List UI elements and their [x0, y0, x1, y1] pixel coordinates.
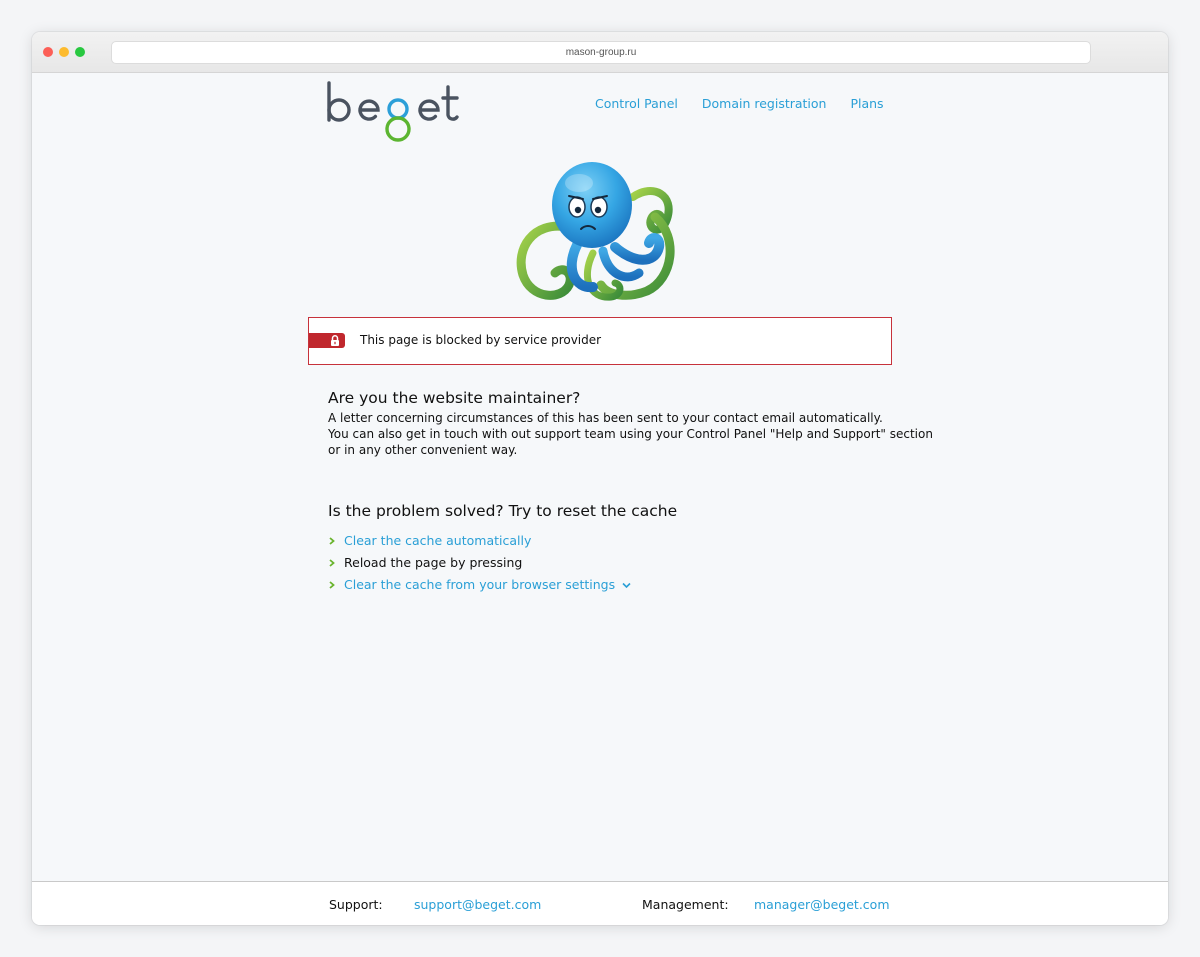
alert-message: This page is blocked by service provider: [360, 333, 602, 347]
nav-domain-registration[interactable]: Domain registration: [702, 96, 827, 111]
maintainer-line: or in any other convenient way.: [328, 443, 518, 457]
list-item: Reload the page by pressing: [328, 554, 631, 576]
close-window-button[interactable]: [43, 47, 53, 57]
reload-page-text: Reload the page by pressing: [344, 555, 523, 570]
management-email-link[interactable]: manager@beget.com: [754, 897, 890, 912]
browser-titlebar: mason-group.ru: [32, 32, 1168, 73]
page-footer: Support: support@beget.com Management: m…: [32, 881, 1168, 925]
maintainer-section: Are you the website maintainer? A letter…: [328, 389, 933, 458]
chevron-right-icon: [329, 559, 335, 567]
blocked-alert: This page is blocked by service provider: [308, 317, 892, 365]
octopus-mascot-image: [516, 162, 675, 301]
address-bar[interactable]: mason-group.ru: [111, 41, 1091, 64]
management-label: Management:: [642, 897, 729, 912]
beget-logo[interactable]: [327, 81, 459, 145]
nav-plans[interactable]: Plans: [850, 96, 883, 111]
support-email-link[interactable]: support@beget.com: [414, 897, 541, 912]
chevron-right-icon: [329, 537, 335, 545]
cache-reset-list: Clear the cache automatically Reload the…: [328, 532, 631, 598]
clear-cache-browser-settings-link[interactable]: Clear the cache from your browser settin…: [344, 577, 615, 592]
browser-window: mason-group.ru Control Panel Domain regi…: [32, 32, 1168, 925]
clear-cache-automatically-link[interactable]: Clear the cache automatically: [344, 533, 531, 548]
chevron-right-icon: [329, 581, 335, 589]
maintainer-text: A letter concerning circumstances of thi…: [328, 410, 933, 458]
maintainer-line: You can also get in touch with out suppo…: [328, 427, 933, 441]
chevron-down-icon[interactable]: [622, 582, 631, 589]
top-navigation: Control Panel Domain registration Plans: [595, 96, 884, 111]
maintainer-line: A letter concerning circumstances of thi…: [328, 411, 883, 425]
nav-control-panel[interactable]: Control Panel: [595, 96, 678, 111]
lock-icon: [331, 335, 339, 346]
list-item[interactable]: Clear the cache from your browser settin…: [328, 576, 631, 598]
page-content: Control Panel Domain registration Plans: [32, 73, 1168, 925]
maintainer-heading: Are you the website maintainer?: [328, 389, 581, 407]
support-label: Support:: [329, 897, 383, 912]
maximize-window-button[interactable]: [75, 47, 85, 57]
cache-section: Is the problem solved? Try to reset the …: [328, 502, 677, 520]
minimize-window-button[interactable]: [59, 47, 69, 57]
cache-heading: Is the problem solved? Try to reset the …: [328, 502, 678, 520]
alert-flag: [309, 333, 345, 348]
list-item[interactable]: Clear the cache automatically: [328, 532, 631, 554]
